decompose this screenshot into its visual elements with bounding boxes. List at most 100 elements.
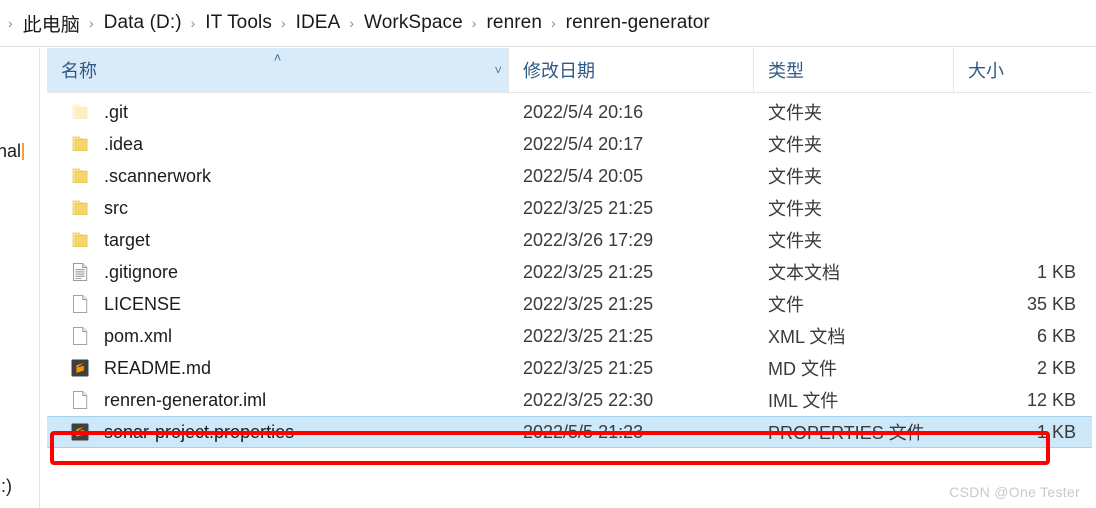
file-row-name-cell[interactable]: README.md [47,357,509,379]
file-row-size-cell: 1 KB [1036,421,1076,442]
column-header-name[interactable]: ˄ 名称 ˅ [47,48,509,92]
breadcrumb-item-2[interactable]: IT Tools [202,11,275,35]
file-row-date-cell: 2022/3/25 21:25 [523,293,654,314]
file-list-view[interactable]: ˄ 名称 ˅ 修改日期 类型 大小 .git 2022/5/4 20:16 文件夹.… [41,48,1096,508]
file-row-name-cell[interactable]: LICENSE [47,293,509,315]
sublime-text-icon [69,357,91,379]
file-row-type-cell: XML 文档 [768,327,846,347]
breadcrumb-separator-icon: › [190,15,196,31]
file-row-name-cell[interactable]: renren-generator.iml [47,389,509,411]
file-row-date-cell: 2022/5/4 20:16 [523,101,644,122]
nav-item-personal[interactable]: sonal [0,141,25,162]
file-row[interactable]: .gitignore 2022/3/25 21:25 文本文档 1 KB [47,256,1092,288]
file-row-size-cell: 1 KB [1036,261,1076,282]
file-row-name-label: LICENSE [104,293,182,314]
file-row-size-cell: 12 KB [1026,389,1076,410]
file-row-type-cell: 文本文档 [768,263,840,283]
breadcrumb-item-1[interactable]: Data (D:) [101,11,185,35]
column-header-name-label: 名称 [61,61,97,81]
file-row-type-cell: IML 文件 [768,391,839,411]
file-row-name-label: .idea [104,133,144,154]
file-row[interactable]: renren-generator.iml 2022/3/25 22:30 IML 文… [47,384,1092,416]
column-headers: ˄ 名称 ˅ 修改日期 类型 大小 [47,48,1092,93]
breadcrumb-item-6[interactable]: renren-generator [563,11,713,35]
breadcrumb-separator-icon: › [349,15,355,31]
file-row[interactable]: src 2022/3/25 21:25 文件夹 [47,192,1092,224]
file-row[interactable]: LICENSE 2022/3/25 21:25 文件 35 KB [47,288,1092,320]
folder-faded-icon [69,101,91,123]
file-row-type-cell: MD 文件 [768,359,837,379]
file-row-name-label: target [104,229,151,250]
column-header-date-modified[interactable]: 修改日期 [509,48,754,92]
breadcrumb-separator-icon: › [88,15,94,31]
file-row-date-cell: 2022/3/25 21:25 [523,261,654,282]
watermark: CSDN @One Tester [949,484,1080,500]
blank-file-icon [69,389,91,411]
file-row-date-cell: 2022/3/26 17:29 [523,229,654,250]
file-row-name-label: .scannerwork [104,165,212,186]
file-row-name-cell[interactable]: .idea [47,133,509,155]
file-row-date-cell: 2022/3/25 22:30 [523,389,654,410]
file-row[interactable]: pom.xml 2022/3/25 21:25 XML 文档 6 KB [47,320,1092,352]
navigation-pane[interactable]: sonal (C:) [0,48,40,508]
address-bar[interactable]: › 此电脑 › Data (D:) › IT Tools › IDEA › WorkSpace ›… [0,0,1096,47]
folder-icon [69,229,91,251]
file-row-date-cell: 2022/3/25 21:25 [523,325,654,346]
file-row-type-cell: 文件夹 [768,135,822,155]
blank-file-icon [69,293,91,315]
file-row-size-cell: 2 KB [1036,357,1076,378]
file-row-name-label: .gitignore [104,261,179,282]
file-row-name-cell[interactable]: src [47,197,509,219]
file-row-name-label: .git [104,101,129,122]
file-row-date-cell: 2022/5/4 20:17 [523,133,644,154]
column-header-date-modified-label: 修改日期 [523,61,595,81]
file-row-type-cell: 文件 [768,295,804,315]
blank-file-icon [69,325,91,347]
breadcrumb-separator-icon: › [551,15,556,31]
file-row-name-label: renren-generator.iml [104,389,267,410]
column-header-size[interactable]: 大小 [954,48,1092,92]
file-row-date-cell: 2022/3/25 21:25 [523,357,654,378]
column-header-type-label: 类型 [768,61,804,81]
nav-item-c-drive[interactable]: (C:) [0,476,12,497]
breadcrumb[interactable]: 此电脑 › Data (D:) › IT Tools › IDEA › WorkSpace › re… [20,9,713,38]
file-row[interactable]: sonar-project.properties 2022/5/5 21:23 PR… [47,416,1092,448]
breadcrumb-separator-icon: › [280,15,286,31]
breadcrumb-item-5[interactable]: renren [483,11,545,35]
file-row-name-cell[interactable]: target [47,229,509,251]
file-row-name-label: src [104,197,128,218]
text-cursor-icon [22,143,25,160]
file-row[interactable]: .scannerwork 2022/5/4 20:05 文件夹 [47,160,1092,192]
folder-icon [69,165,91,187]
file-row-name-label: pom.xml [104,325,173,346]
file-row-type-cell: 文件夹 [768,199,822,219]
file-row-type-cell: 文件夹 [768,167,822,187]
file-row[interactable]: target 2022/3/26 17:29 文件夹 [47,224,1092,256]
file-row[interactable]: README.md 2022/3/25 21:25 MD 文件 2 KB [47,352,1092,384]
file-row-name-cell[interactable]: .gitignore [47,261,509,283]
file-row-type-cell: 文件夹 [768,103,822,123]
file-row-name-cell[interactable]: .scannerwork [47,165,509,187]
sublime-text-icon [69,421,91,443]
file-row[interactable]: .git 2022/5/4 20:16 文件夹 [47,96,1092,128]
breadcrumb-item-3[interactable]: IDEA [293,11,344,35]
column-header-type[interactable]: 类型 [754,48,954,92]
file-row-name-cell[interactable]: pom.xml [47,325,509,347]
text-document-icon [69,261,91,283]
file-row-date-cell: 2022/5/5 21:23 [523,421,644,442]
file-row-name-cell[interactable]: .git [47,101,509,123]
file-row-date-cell: 2022/3/25 21:25 [523,197,654,218]
folder-icon [69,197,91,219]
breadcrumb-item-0[interactable]: 此电脑 [20,9,83,38]
breadcrumb-item-4[interactable]: WorkSpace [361,11,466,35]
breadcrumb-leading-chevron-icon: › [8,15,13,31]
file-row[interactable]: .idea 2022/5/4 20:17 文件夹 [47,128,1092,160]
file-row-size-cell: 35 KB [1026,293,1076,314]
file-row-name-label: sonar-project.properties [104,421,295,442]
chevron-down-icon[interactable]: ˅ [494,64,502,77]
file-row-date-cell: 2022/5/4 20:05 [523,165,644,186]
sort-ascending-icon: ˄ [273,50,282,65]
file-row-name-cell[interactable]: sonar-project.properties [47,421,509,443]
file-row-size-cell: 6 KB [1036,325,1076,346]
breadcrumb-separator-icon: › [471,15,477,31]
